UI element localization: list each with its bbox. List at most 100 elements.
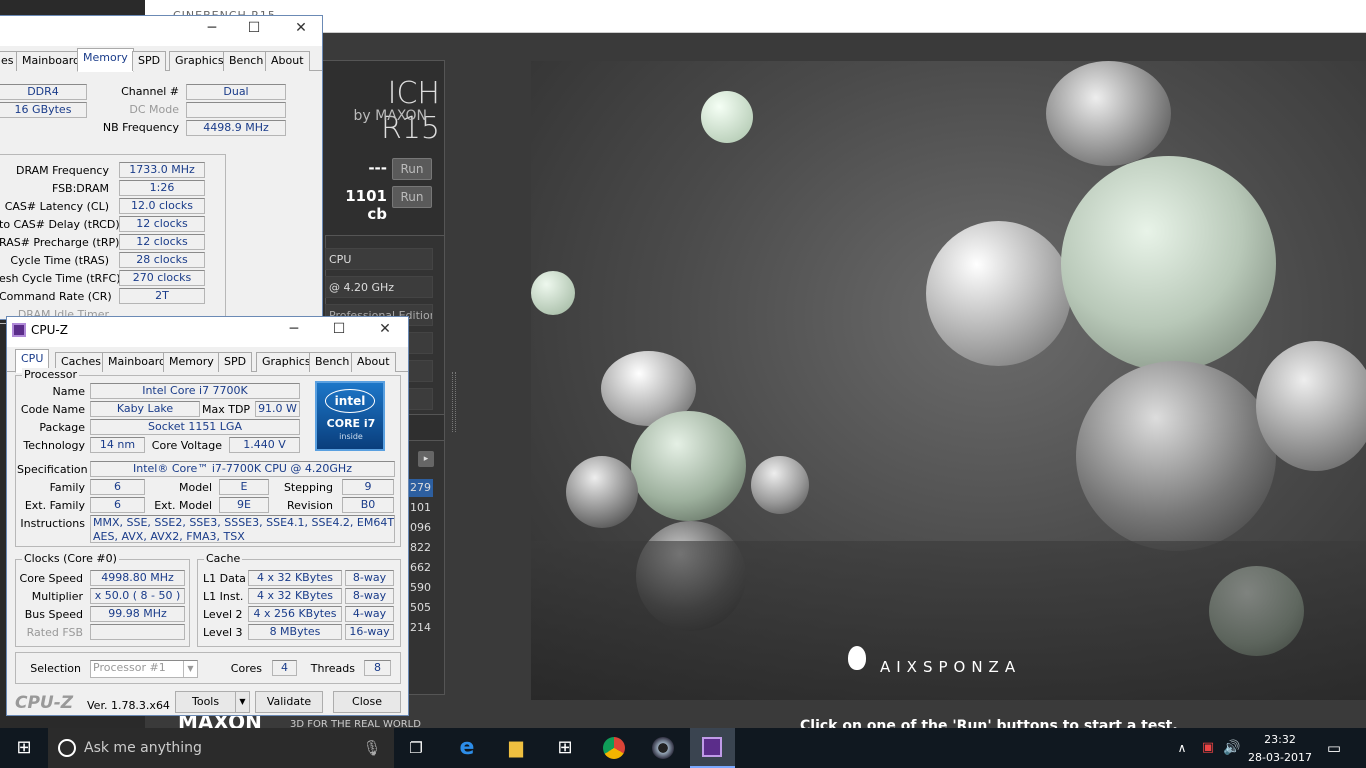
timing-value: 12 clocks [119, 216, 205, 232]
tab-memory[interactable]: Memory [163, 352, 220, 372]
clock-time[interactable]: 23:32 [1260, 733, 1300, 746]
cache-assoc: 4-way [345, 606, 394, 622]
search-placeholder: Ask me anything [84, 740, 202, 756]
cinebench-titlebar[interactable]: CINEBENCH R15 [145, 0, 1366, 33]
microphone-icon[interactable]: 🎙 [360, 736, 384, 760]
specification-value: Intel® Core™ i7-7700K CPU @ 4.20GHz [90, 461, 395, 477]
ranking-score: 096 [410, 521, 431, 534]
maximize-icon[interactable]: ☐ [324, 321, 354, 341]
timing-label: DRAM Frequency [15, 164, 109, 177]
max-tdp-label: Max TDP [202, 403, 251, 416]
ext-family-label: Ext. Family [24, 499, 85, 512]
cpuz-taskbar-icon [702, 737, 722, 757]
tab-bench[interactable]: Bench [309, 352, 356, 372]
close-button[interactable]: Close [333, 691, 401, 713]
store-icon[interactable]: ⊞ [553, 736, 577, 760]
network-icon[interactable]: ▣ [1196, 736, 1220, 760]
timing-label: esh Cycle Time (tRFC) [0, 272, 121, 285]
tab-about[interactable]: About [351, 352, 396, 372]
timing-label: RAS# Precharge (tRP) [0, 236, 120, 249]
chevron-down-icon[interactable]: ▼ [183, 661, 197, 677]
tab-mainboard[interactable]: Mainboard [102, 352, 173, 372]
minimize-icon[interactable]: ─ [197, 20, 227, 40]
model-label: Model [178, 481, 212, 494]
cache-size: 4 x 32 KBytes [248, 588, 342, 604]
processor-select-value: Processor #1 [93, 661, 166, 674]
ranking-score: 590 [410, 581, 431, 594]
intel-badge-line1: CORE i7 [326, 417, 376, 430]
chrome-icon[interactable] [603, 737, 625, 759]
bus-speed-value: 99.98 MHz [90, 606, 185, 622]
tab-graphics[interactable]: Graphics [169, 51, 230, 71]
rated-fsb-label: Rated FSB [26, 626, 83, 639]
cpu-run-button[interactable]: Run [392, 186, 432, 208]
ranking-details-button[interactable]: ▸ [418, 451, 434, 467]
file-explorer-icon[interactable]: ▆ [504, 736, 528, 760]
volume-icon[interactable]: 🔊 [1220, 736, 1244, 760]
memory-type-value: DDR4 [0, 84, 87, 100]
timing-label: FSB:DRAM [51, 182, 109, 195]
minimize-icon[interactable]: ─ [279, 321, 309, 341]
cache-label: Level 2 [203, 608, 243, 621]
tab-bench[interactable]: Bench [223, 51, 270, 71]
validate-button[interactable]: Validate [255, 691, 323, 713]
edge-browser-icon[interactable]: e [455, 736, 479, 760]
ext-family-value: 6 [90, 497, 145, 513]
max-tdp-value: 91.0 W [255, 401, 300, 417]
threads-label: Threads [310, 662, 355, 675]
cpuz-memory-window: ─ ☐ ✕ es Mainboard Memory SPD Graphics B… [0, 15, 323, 324]
close-icon[interactable]: ✕ [370, 321, 400, 341]
timing-label: to CAS# Delay (tRCD) [0, 218, 120, 231]
maximize-icon[interactable]: ☐ [239, 20, 269, 40]
package-value: Socket 1151 LGA [90, 419, 300, 435]
processor-select[interactable]: Processor #1 ▼ [90, 660, 198, 678]
timing-label: Cycle Time (tRAS) [10, 254, 109, 267]
cpuz-brand-logo: CPU-Z [15, 693, 74, 713]
technology-label: Technology [23, 439, 85, 452]
core-voltage-label: Core Voltage [151, 439, 222, 452]
core-voltage-value: 1.440 V [229, 437, 300, 453]
task-view-icon[interactable]: ❐ [404, 736, 428, 760]
intel-badge-brand: intel [325, 389, 375, 413]
notifications-icon[interactable]: ▭ [1322, 736, 1346, 760]
panel-splitter[interactable] [452, 372, 456, 432]
memory-size-value: 16 GBytes [0, 102, 87, 118]
timing-value: 28 clocks [119, 252, 205, 268]
cache-label: Level 3 [203, 626, 243, 639]
timing-value: 12 clocks [119, 234, 205, 250]
chevron-up-icon[interactable]: ∧ [1170, 736, 1194, 760]
sysinfo-row: CPU [325, 248, 433, 270]
timing-value: 12.0 clocks [119, 198, 205, 214]
core-speed-value: 4998.80 MHz [90, 570, 185, 586]
cpuz-titlebar[interactable]: CPU-Z ─ ☐ ✕ [7, 317, 408, 347]
cpuz-taskbar-button[interactable] [690, 728, 735, 768]
memory-window-titlebar[interactable]: ─ ☐ ✕ [0, 16, 322, 46]
instructions-value: MMX, SSE, SSE2, SSE3, SSSE3, SSE4.1, SSE… [90, 515, 395, 543]
technology-value: 14 nm [90, 437, 145, 453]
tab-about[interactable]: About [265, 51, 310, 71]
tab-memory[interactable]: Memory [77, 48, 134, 72]
timing-label: CAS# Latency (CL) [4, 200, 109, 213]
cortana-icon[interactable] [58, 739, 76, 757]
cinema4d-icon[interactable] [652, 737, 674, 759]
selection-label: Selection [30, 662, 81, 675]
tab-graphics[interactable]: Graphics [256, 352, 317, 372]
windows-start-icon[interactable]: ⊞ [12, 736, 36, 760]
timing-label: Command Rate (CR) [0, 290, 112, 303]
tools-button[interactable]: Tools ▼ [175, 691, 250, 713]
clock-date[interactable]: 28-03-2017 [1244, 751, 1316, 764]
processor-group-title: Processor [22, 368, 79, 381]
channel-label: Channel # [121, 85, 179, 98]
cpu-name-value: Intel Core i7 7700K [90, 383, 300, 399]
tab-spd[interactable]: SPD [132, 51, 167, 71]
bus-speed-label: Bus Speed [24, 608, 83, 621]
chevron-down-icon[interactable]: ▼ [235, 692, 249, 712]
opengl-run-button[interactable]: Run [392, 158, 432, 180]
revision-label: Revision [287, 499, 333, 512]
tab-spd[interactable]: SPD [218, 352, 253, 372]
tab-mainboard[interactable]: Mainboard [16, 51, 87, 71]
opengl-result: --- [368, 159, 387, 177]
codename-value: Kaby Lake [90, 401, 200, 417]
close-icon[interactable]: ✕ [286, 20, 316, 40]
cpuz-window: CPU-Z ─ ☐ ✕ CPU Caches Mainboard Memory … [6, 316, 409, 716]
